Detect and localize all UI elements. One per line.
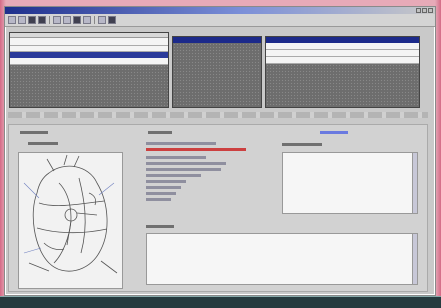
- toolbar-button-10[interactable]: [108, 16, 116, 24]
- toolbar-button-4[interactable]: [38, 16, 46, 24]
- toolbar-button-3[interactable]: [28, 16, 36, 24]
- link-text[interactable]: [320, 131, 348, 134]
- taskbar: [0, 296, 441, 308]
- text-line: [146, 192, 176, 195]
- list-item[interactable]: [266, 57, 419, 64]
- list-item[interactable]: [10, 58, 168, 65]
- list-item[interactable]: [266, 50, 419, 57]
- toolbar-button-7[interactable]: [73, 16, 81, 24]
- text-line: [146, 156, 206, 159]
- field-label: [282, 143, 322, 146]
- toolbar-separator: [49, 16, 50, 24]
- section-label: [148, 131, 172, 134]
- text-line: [146, 162, 226, 165]
- anatomy-heart-drawing-icon: [23, 154, 118, 274]
- right-list-pane[interactable]: [265, 36, 420, 108]
- checkbox-label[interactable]: [28, 142, 58, 145]
- text-line: [146, 142, 216, 145]
- detail-text: [146, 142, 256, 204]
- list-empty-area: [173, 43, 261, 107]
- description-textarea[interactable]: [146, 233, 418, 285]
- toolbar-button-6[interactable]: [63, 16, 71, 24]
- notes-textarea[interactable]: [282, 152, 418, 214]
- middle-list-pane[interactable]: [172, 36, 262, 108]
- maximize-button[interactable]: [422, 8, 427, 13]
- highlight-bar: [146, 148, 246, 151]
- toolbar-button-8[interactable]: [83, 16, 91, 24]
- toolbar-button-5[interactable]: [53, 16, 61, 24]
- title-bar: [5, 7, 435, 14]
- list-empty-area: [10, 65, 168, 107]
- close-button[interactable]: [428, 8, 433, 13]
- scrollbar[interactable]: [412, 234, 417, 284]
- toolbar: [5, 14, 435, 27]
- info-strip: [8, 112, 428, 118]
- toolbar-button-2[interactable]: [18, 16, 26, 24]
- section-label: [20, 131, 48, 134]
- list-empty-area: [266, 64, 419, 107]
- illustration-frame: [18, 152, 123, 289]
- text-line: [146, 168, 221, 171]
- text-line: [146, 180, 186, 183]
- minimize-button[interactable]: [416, 8, 421, 13]
- toolbar-separator: [94, 16, 95, 24]
- scrollbar[interactable]: [412, 153, 417, 213]
- text-line: [146, 174, 201, 177]
- text-line: [146, 186, 181, 189]
- toolbar-button-1[interactable]: [8, 16, 16, 24]
- list-item[interactable]: [10, 38, 168, 46]
- field-label: [146, 225, 174, 228]
- toolbar-button-9[interactable]: [98, 16, 106, 24]
- list-item[interactable]: [266, 43, 419, 50]
- text-line: [146, 198, 171, 201]
- left-list-pane[interactable]: [9, 32, 169, 108]
